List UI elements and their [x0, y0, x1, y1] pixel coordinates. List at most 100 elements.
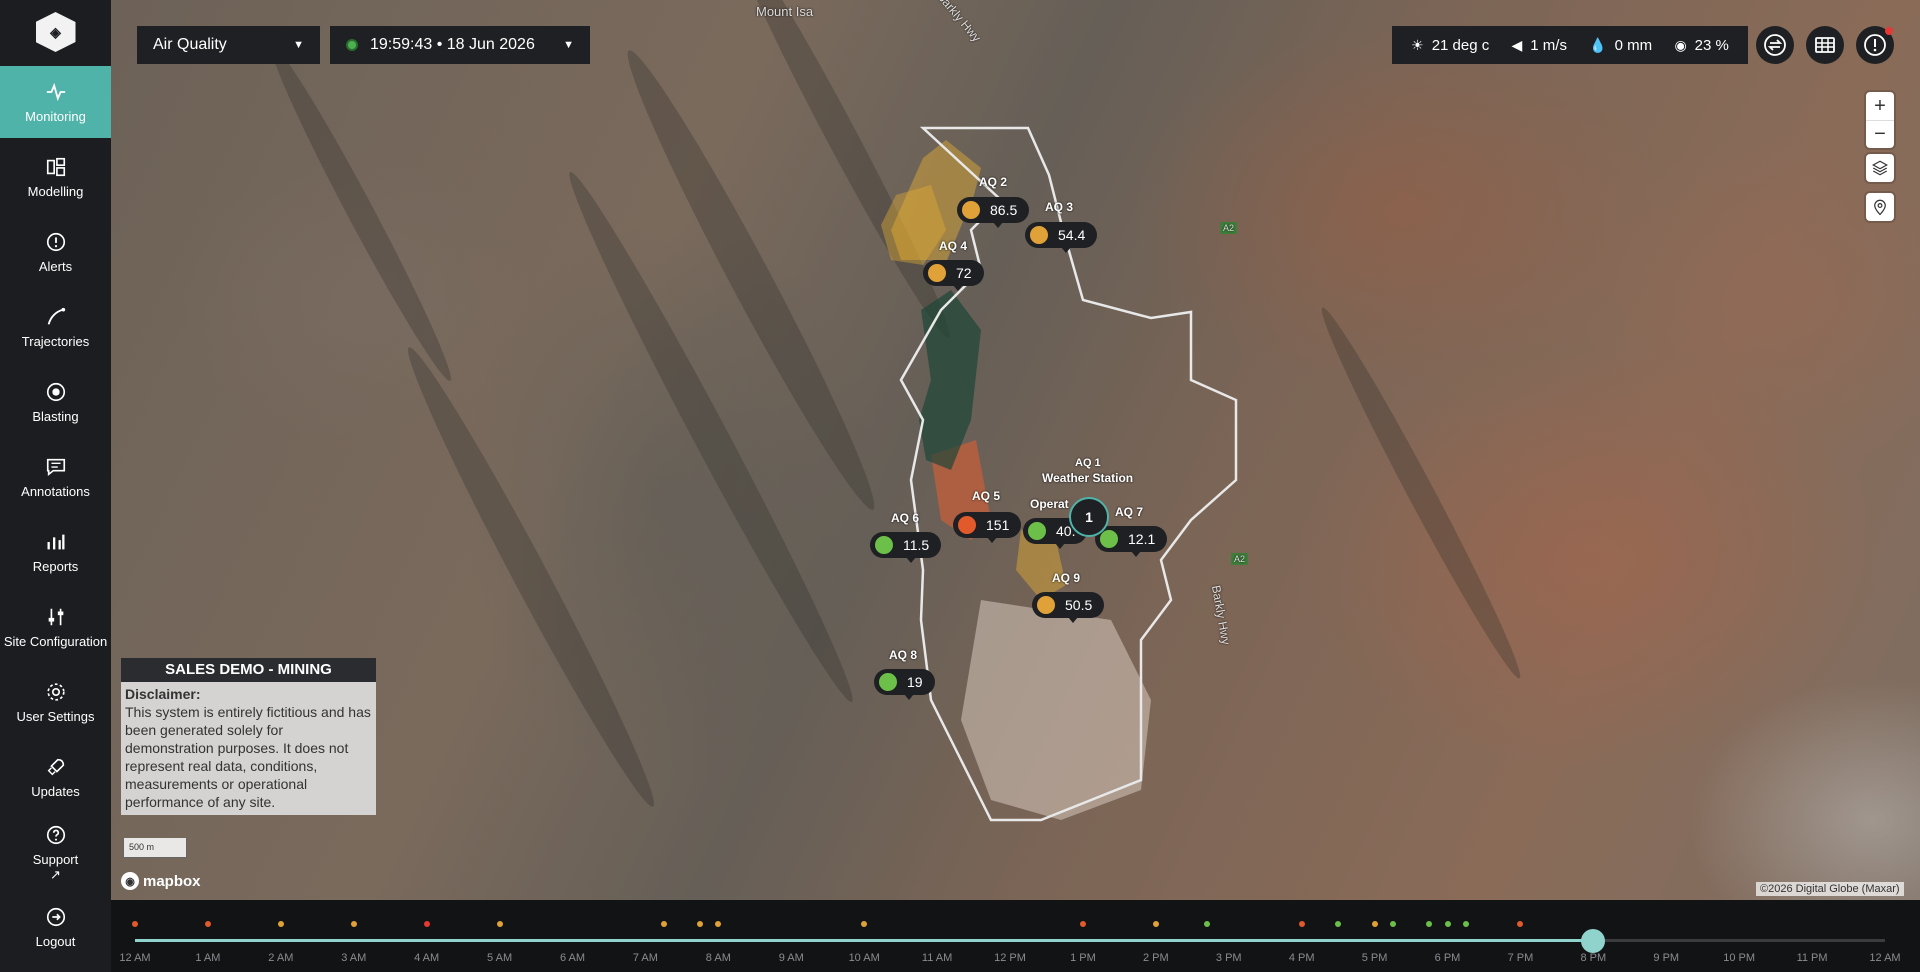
alerts-button[interactable] [1856, 26, 1894, 64]
sidebar-item-reports[interactable]: Reports [0, 516, 111, 588]
timeline-hour-label: 10 PM [1723, 952, 1756, 964]
sidebar-item-label: Modelling [27, 184, 84, 199]
live-indicator-icon [346, 39, 358, 51]
timeline-event-marker[interactable] [1335, 921, 1342, 927]
sensor-aq5-marker[interactable]: 151 [953, 512, 1022, 543]
sensor-aq7-value: 12.1 [1128, 531, 1156, 547]
sensor-aq3-marker[interactable]: 54.4 [1025, 222, 1098, 253]
timeline-event-marker[interactable] [1079, 921, 1086, 927]
sidebar-item-user-settings[interactable]: User Settings [0, 666, 111, 738]
sensor-aq8-value: 19 [907, 674, 923, 690]
sidebar-item-logout[interactable]: Logout [0, 891, 111, 963]
timeline-event-marker[interactable] [715, 921, 722, 927]
timeline-event-marker[interactable] [277, 921, 284, 927]
timeline-event-marker[interactable] [1426, 921, 1433, 927]
timeline-event-marker[interactable] [350, 921, 357, 927]
timeline-event-marker[interactable] [1462, 921, 1469, 927]
timeline-event-marker[interactable] [697, 921, 704, 927]
timeline-track[interactable] [135, 939, 1885, 942]
sensor-aq9-value: 50.5 [1065, 597, 1093, 613]
sidebar-item-updates[interactable]: Updates [0, 741, 111, 813]
grid-icon [1815, 37, 1835, 53]
time-select[interactable]: 19:59:43 • 18 Jun 2026 ▼ [330, 26, 590, 64]
sensor-aq4-marker[interactable]: 72 [923, 260, 984, 291]
timeline-hour-label: 4 PM [1288, 952, 1315, 964]
sidebar-item-label: Annotations [21, 484, 90, 499]
sensor-status-dot [1026, 520, 1048, 542]
sensor-status-dot [960, 199, 982, 221]
app-logo[interactable]: ◈ [0, 0, 111, 64]
sidebar-item-label: Monitoring [25, 109, 86, 124]
timeline-hour-label: 12 AM [119, 952, 151, 964]
timeline-hour-label: 6 AM [559, 952, 586, 964]
app-root: Mount Isa Barkly Hwy Barkly Hwy A2 A2 AQ… [0, 0, 1920, 972]
sidebar-item-monitoring[interactable]: Monitoring [0, 66, 111, 138]
layers-button[interactable] [1866, 154, 1894, 182]
notification-badge [1885, 27, 1893, 35]
timeline-event-marker[interactable] [423, 921, 430, 927]
sensor-status-dot [1028, 224, 1050, 246]
marker-pointer [1131, 551, 1142, 557]
sidebar-item-alerts[interactable]: Alerts [0, 216, 111, 288]
disclaimer-title: Disclaimer: [125, 686, 201, 702]
time-select-value: 19:59:43 • 18 Jun 2026 [370, 36, 535, 53]
zoom-in-button[interactable]: + [1866, 92, 1894, 120]
mapbox-logo[interactable]: ◉ mapbox [121, 872, 201, 890]
timeline-event-marker[interactable] [1371, 921, 1378, 927]
zoom-out-button[interactable]: − [1866, 120, 1894, 148]
timeline-progress [135, 939, 1593, 942]
sidebar-item-modelling[interactable]: Modelling [0, 141, 111, 213]
trajectory-icon [44, 305, 68, 329]
timeline-event-marker[interactable] [1517, 921, 1524, 927]
sensor-operations-label: Operat [1030, 497, 1069, 511]
sidebar-item-site-configuration[interactable]: Site Configuration [0, 591, 111, 663]
caret-down-icon: ▼ [293, 39, 304, 51]
comment-icon [44, 455, 68, 479]
timeline-event-marker[interactable] [132, 921, 138, 927]
timeline-event-marker[interactable] [660, 921, 667, 927]
timeline-event-marker[interactable] [496, 921, 503, 927]
timeline-event-marker[interactable] [861, 921, 868, 927]
sensor-aq7-marker[interactable]: 12.1 [1095, 526, 1168, 557]
sensor-aq9-marker[interactable]: 50.5 [1032, 592, 1105, 623]
timeline-event-marker[interactable] [1389, 921, 1396, 927]
location-button[interactable] [1866, 193, 1894, 221]
sensor-aq3-label: AQ 3 [1045, 200, 1074, 214]
sidebar-item-trajectories[interactable]: Trajectories [0, 291, 111, 363]
timeline-event-marker[interactable] [1298, 921, 1305, 927]
sensor-aq8-marker[interactable]: 19 [874, 669, 935, 700]
layer-select[interactable]: Air Quality ▼ [137, 26, 320, 64]
sidebar-item-annotations[interactable]: Annotations [0, 441, 111, 513]
sensor-aq2-marker[interactable]: 86.5 [957, 197, 1030, 228]
sidebar-item-label: Trajectories [21, 334, 90, 349]
alert-circle-icon [44, 230, 68, 254]
disclaimer-header: SALES DEMO - MINING [121, 658, 376, 682]
timeline-hour-label: 5 AM [487, 952, 513, 964]
timeline-event-marker[interactable] [1203, 921, 1210, 927]
sidebar-item-support[interactable]: Support ↗ [0, 816, 111, 888]
timeline-event-marker[interactable] [204, 921, 211, 927]
sidebar-item-label: Site Configuration [3, 634, 108, 649]
timeline-scrubber[interactable] [1580, 929, 1605, 953]
grid-view-button[interactable] [1806, 26, 1844, 64]
timeline-event-marker[interactable] [1444, 921, 1451, 927]
timeline-hour-label: 10 AM [848, 952, 880, 964]
chart-blocks-icon [44, 155, 68, 179]
timeline-event-marker[interactable] [1152, 921, 1159, 927]
sensor-aq5-label: AQ 5 [972, 489, 1001, 503]
map-attribution[interactable]: ©2026 Digital Globe (Maxar) [1756, 882, 1904, 896]
sidebar-item-blasting[interactable]: Blasting [0, 366, 111, 438]
logout-icon [44, 905, 68, 929]
rocket-icon [44, 755, 68, 779]
weather-station-cluster[interactable]: 1 [1069, 497, 1109, 537]
pulse-icon [44, 80, 68, 104]
sensor-aq6-marker[interactable]: 11.5 [870, 532, 942, 563]
sidebar-item-label: Logout [35, 934, 76, 949]
mapbox-icon: ◉ [121, 872, 139, 890]
timeline-hour-label: 12 PM [994, 952, 1026, 964]
marker-pointer [1068, 617, 1079, 623]
sensor-status-dot [877, 671, 899, 693]
timeline-hour-label: 4 AM [414, 952, 440, 964]
swap-button[interactable] [1756, 26, 1794, 64]
satellite-map[interactable]: Mount Isa Barkly Hwy Barkly Hwy A2 A2 [111, 0, 1920, 900]
